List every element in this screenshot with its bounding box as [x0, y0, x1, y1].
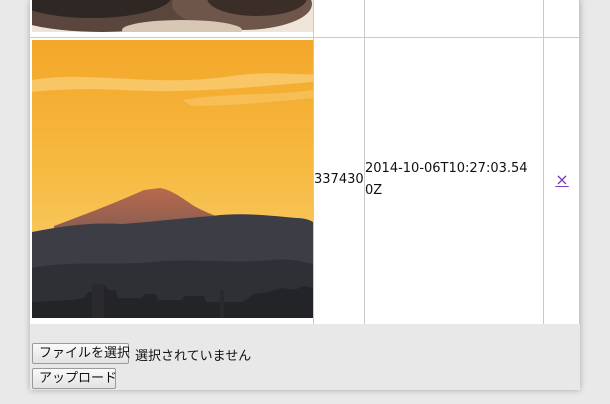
upload-button[interactable]: アップロード: [32, 368, 117, 389]
table-column-divider: [313, 0, 314, 324]
upload-form: ファイルを選択 選択されていません アップロード: [30, 324, 580, 390]
table-row-divider: [30, 37, 580, 38]
file-status-label: 選択されていません: [135, 349, 252, 364]
delete-link[interactable]: ×: [555, 170, 568, 189]
choose-file-button[interactable]: ファイルを選択: [32, 343, 130, 364]
upload-panel: 337430 2014-10-06T10:27:03.540Z × ファイルを選…: [30, 0, 580, 390]
delete-cell: ×: [544, 170, 580, 189]
table-column-divider: [579, 0, 580, 324]
portrait-thumbnail: [32, 0, 313, 32]
upload-date-cell: 2014-10-06T10:27:03.540Z: [365, 161, 528, 198]
file-size-cell: 337430: [314, 172, 364, 187]
mount-fuji-sunset-thumbnail: [32, 40, 313, 318]
images-table: 337430 2014-10-06T10:27:03.540Z ×: [30, 0, 580, 324]
table-column-divider: [543, 0, 544, 324]
